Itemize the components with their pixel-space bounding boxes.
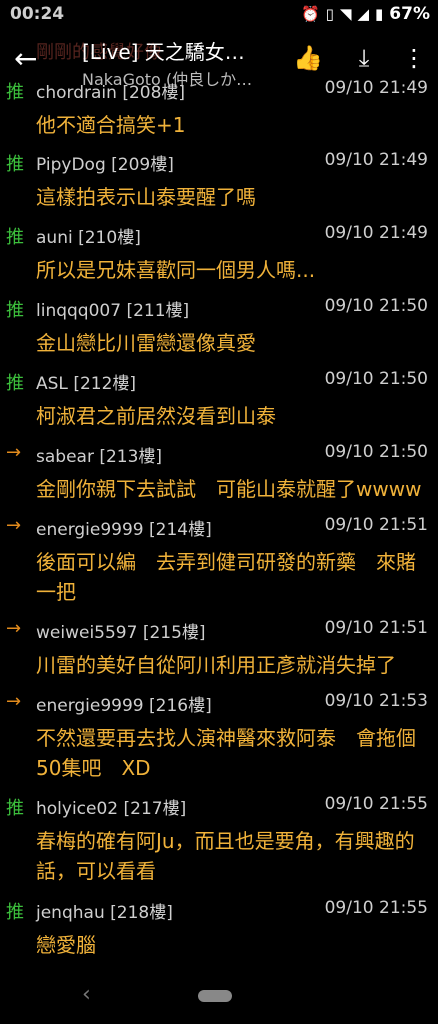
comment-user: weiwei5597 [215樓] xyxy=(36,623,206,643)
alarm-icon: ⏰ xyxy=(300,5,320,23)
comment-time: 09/10 21:49 xyxy=(324,150,428,170)
comment-time: 09/10 21:51 xyxy=(324,618,428,638)
arrow-tag: → xyxy=(6,618,22,639)
comment-time: 09/10 21:55 xyxy=(324,794,428,814)
comment-content: 不然還要再去找人演神醫來救阿泰 會拖個50集吧 XD xyxy=(36,726,416,780)
comment-time: 09/10 21:49 xyxy=(324,78,428,98)
signal-icon: ◢ xyxy=(357,5,370,23)
push-tag: 推 xyxy=(6,82,24,103)
download-icon[interactable]: ⤓ xyxy=(348,44,380,72)
comment-time: 09/10 21:49 xyxy=(324,223,428,243)
comment-time: 09/10 21:51 xyxy=(324,515,428,535)
thread-title: [Live] 天之驕女… xyxy=(82,40,245,64)
system-nav-bar: ‹ xyxy=(0,968,438,1024)
comment-user: auni [210樓] xyxy=(36,228,141,248)
push-tag: 推 xyxy=(6,227,24,248)
push-tag: 推 xyxy=(6,798,24,819)
thumbs-up-down-icon[interactable]: 👍 xyxy=(292,44,324,72)
comment-content: 川雷的美好自從阿川利用正彥就消失掉了 xyxy=(36,653,396,677)
comment-content: 這樣拍表示山泰要醒了嗎 xyxy=(36,185,256,209)
comment-content: 金山戀比川雷戀還像真愛 xyxy=(36,331,256,355)
comment-content: 春梅的確有阿Ju，而且也是要角，有興趣的話，可以看看 xyxy=(36,829,415,883)
status-icons: ⏰ ▯ ◥ ◢ ▮ 67% xyxy=(301,4,430,24)
wifi-icon: ◥ xyxy=(339,5,352,23)
comment-user: chordrain [208樓] xyxy=(36,83,186,103)
push-tag: 推 xyxy=(6,300,24,321)
comment-content: 所以是兄妹喜歡同一個男人嗎... xyxy=(36,258,316,282)
battery-percent: 67% xyxy=(389,4,430,24)
arrow-tag: → xyxy=(6,691,22,712)
comment-time: 09/10 21:53 xyxy=(324,691,428,711)
comment-user: PipyDog [209樓] xyxy=(36,155,174,175)
battery-icon: ▮ xyxy=(375,5,384,23)
comment-time: 09/10 21:50 xyxy=(324,296,428,316)
arrow-tag: → xyxy=(6,515,22,536)
arrow-tag: → xyxy=(6,442,22,463)
comment-user: energie9999 [216樓] xyxy=(36,696,212,716)
status-bar: 00:24 ⏰ ▯ ◥ ◢ ▮ 67% xyxy=(0,0,438,30)
comment-user: sabear [213樓] xyxy=(36,447,163,467)
nav-back-icon[interactable]: ‹ xyxy=(82,982,91,1007)
more-vert-icon[interactable]: ⋮ xyxy=(398,44,430,72)
comment-content: 柯淑君之前居然沒看到山泰 xyxy=(36,404,276,428)
comment-content: 金剛你親下去試試 可能山泰就醒了wwww xyxy=(36,477,422,501)
comment-user: jenqhau [218樓] xyxy=(36,903,173,923)
comment-time: 09/10 21:50 xyxy=(324,442,428,462)
comment-user: linqqq007 [211樓] xyxy=(36,301,190,321)
comment-user: energie9999 [214樓] xyxy=(36,520,212,540)
comment-user: holyice02 [217樓] xyxy=(36,799,187,819)
push-tag: 推 xyxy=(6,902,24,923)
nav-home-pill[interactable] xyxy=(198,990,232,1002)
comment-time: 09/10 21:55 xyxy=(324,898,428,918)
vibrate-icon: ▯ xyxy=(325,5,334,23)
comment-content: 他不適合搞笑+1 xyxy=(36,113,186,137)
comment-user: ASL [212樓] xyxy=(36,374,137,394)
push-tag: 推 xyxy=(6,154,24,175)
push-tag: 推 xyxy=(6,373,24,394)
comment-content: 戀愛腦 xyxy=(36,933,96,957)
comment-content: 後面可以編 去弄到健司研發的新藥 來賭一把 xyxy=(36,550,416,604)
comment-time: 09/10 21:50 xyxy=(324,369,428,389)
